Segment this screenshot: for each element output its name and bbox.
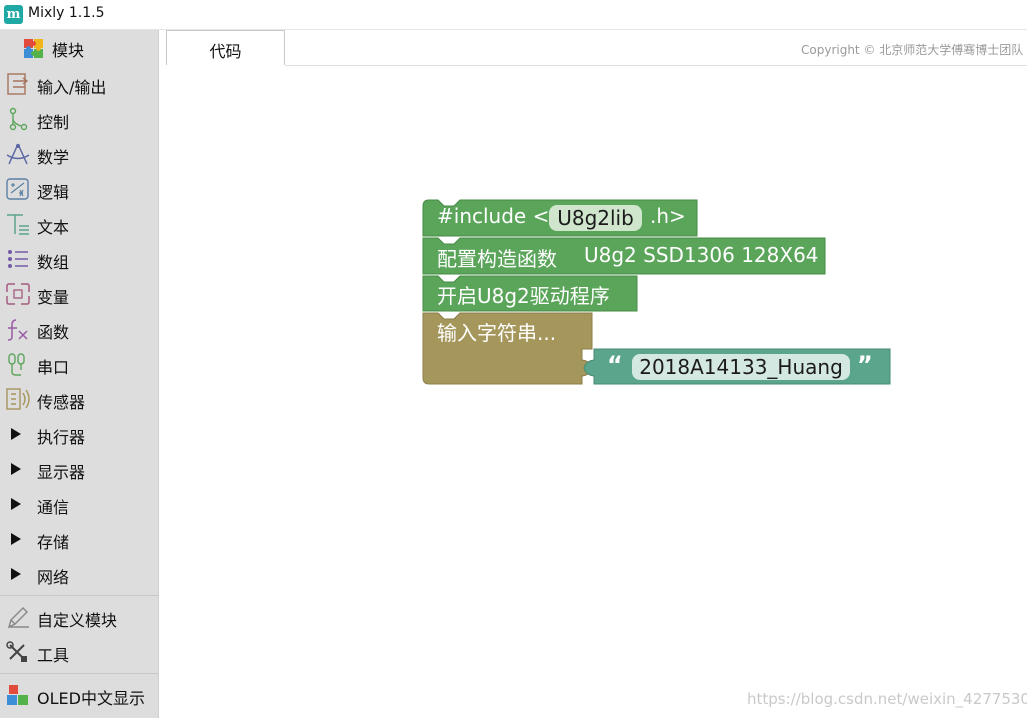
- category-label: 显示器: [37, 463, 86, 482]
- category-label: 数学: [37, 148, 70, 167]
- init-driver-label: 开启U8g2驱动程序: [437, 284, 610, 308]
- tab-code-label: 代码: [209, 42, 242, 61]
- category-variable[interactable]: 变量: [0, 277, 158, 311]
- blocks-canvas: [422, 199, 891, 385]
- category-sensor[interactable]: 传感器: [0, 382, 158, 416]
- expand-triangle-icon: [11, 498, 21, 510]
- string-value-field[interactable]: 2018A14133_Huang: [632, 354, 850, 380]
- category-actuator[interactable]: 执行器: [0, 417, 158, 451]
- logic-icon: [6, 178, 29, 200]
- include-prefix: #include <: [437, 204, 550, 228]
- puzzle-icon: [24, 39, 43, 58]
- window-title: Mixly 1.1.5: [28, 5, 105, 21]
- category-label: 工具: [37, 646, 70, 665]
- category-serial[interactable]: 串口: [0, 347, 158, 381]
- constructor-dropdown[interactable]: U8g2 SSD1306 128X64: [584, 243, 819, 267]
- watermark-url: https://blog.csdn.net/weixin_42775304: [747, 690, 1027, 708]
- title-bar: m Mixly 1.1.5: [0, 0, 1027, 30]
- copyright-text: Copyright © 北京师范大学傅骞博士团队 h: [801, 43, 1027, 57]
- tab-code[interactable]: 代码: [166, 30, 285, 65]
- control-icon: [9, 107, 28, 131]
- category-label: 变量: [37, 288, 70, 307]
- category-storage[interactable]: 存储: [0, 522, 158, 556]
- category-oled-chinese[interactable]: OLED中文显示: [0, 678, 158, 712]
- open-quote-icon: “: [607, 351, 623, 379]
- pencil-icon: [7, 607, 29, 629]
- category-control[interactable]: 控制: [0, 102, 158, 136]
- category-logic[interactable]: 逻辑: [0, 172, 158, 206]
- io-icon: [7, 73, 29, 95]
- category-label: 函数: [37, 323, 70, 342]
- category-display[interactable]: 显示器: [0, 452, 158, 486]
- sensor-icon: [6, 388, 30, 410]
- category-label: 网络: [37, 568, 70, 587]
- constructor-label: 配置构造函数: [437, 247, 557, 271]
- text-icon: [7, 214, 29, 235]
- include-suffix: .h>: [650, 204, 686, 228]
- variable-icon: [6, 283, 30, 305]
- category-network[interactable]: 网络: [0, 557, 158, 591]
- category-custom-modules[interactable]: 自定义模块: [0, 600, 158, 634]
- category-label: 执行器: [37, 428, 86, 447]
- cubes-icon: [7, 685, 28, 705]
- expand-triangle-icon: [11, 463, 21, 475]
- close-quote-icon: ”: [857, 351, 873, 379]
- mixly-app-icon: m: [4, 5, 23, 24]
- modules-header[interactable]: 模块: [0, 30, 158, 65]
- function-icon: [7, 319, 28, 341]
- category-function[interactable]: 函数: [0, 312, 158, 346]
- array-icon: [8, 250, 28, 268]
- category-label: 数组: [37, 253, 70, 272]
- input-string-label: 输入字符串...: [437, 321, 557, 345]
- blockly-workspace[interactable]: #include < U8g2lib .h> 配置构造函数 U8g2 SSD13…: [160, 66, 1027, 718]
- category-label: 输入/输出: [37, 78, 107, 97]
- category-array[interactable]: 数组: [0, 242, 158, 276]
- sidebar-divider: [0, 595, 158, 596]
- category-text[interactable]: 文本: [0, 207, 158, 241]
- category-tools[interactable]: 工具: [0, 635, 158, 669]
- category-label: 自定义模块: [37, 611, 118, 630]
- category-label: 控制: [37, 113, 70, 132]
- category-label: OLED中文显示: [37, 689, 145, 708]
- expand-triangle-icon: [11, 533, 21, 545]
- category-label: 文本: [37, 218, 70, 237]
- category-label: 传感器: [37, 393, 86, 412]
- category-label: 串口: [37, 358, 70, 377]
- category-label: 存储: [37, 533, 70, 552]
- include-library-field[interactable]: U8g2lib: [549, 205, 642, 231]
- sidebar-divider: [0, 673, 158, 674]
- category-label: 逻辑: [37, 183, 70, 202]
- expand-triangle-icon: [11, 568, 21, 580]
- category-label: 通信: [37, 498, 70, 517]
- math-icon: [6, 143, 30, 165]
- category-communication[interactable]: 通信: [0, 487, 158, 521]
- tools-icon: [6, 641, 27, 662]
- modules-label: 模块: [52, 41, 85, 60]
- blocks-toolbox: 模块 输入/输出 控制 数学 逻辑 文本 数组 变量 函数 串口 传感器 执行器…: [0, 30, 159, 718]
- expand-triangle-icon: [11, 428, 21, 440]
- category-io[interactable]: 输入/输出: [0, 67, 158, 101]
- category-math[interactable]: 数学: [0, 137, 158, 171]
- serial-icon: [8, 353, 25, 376]
